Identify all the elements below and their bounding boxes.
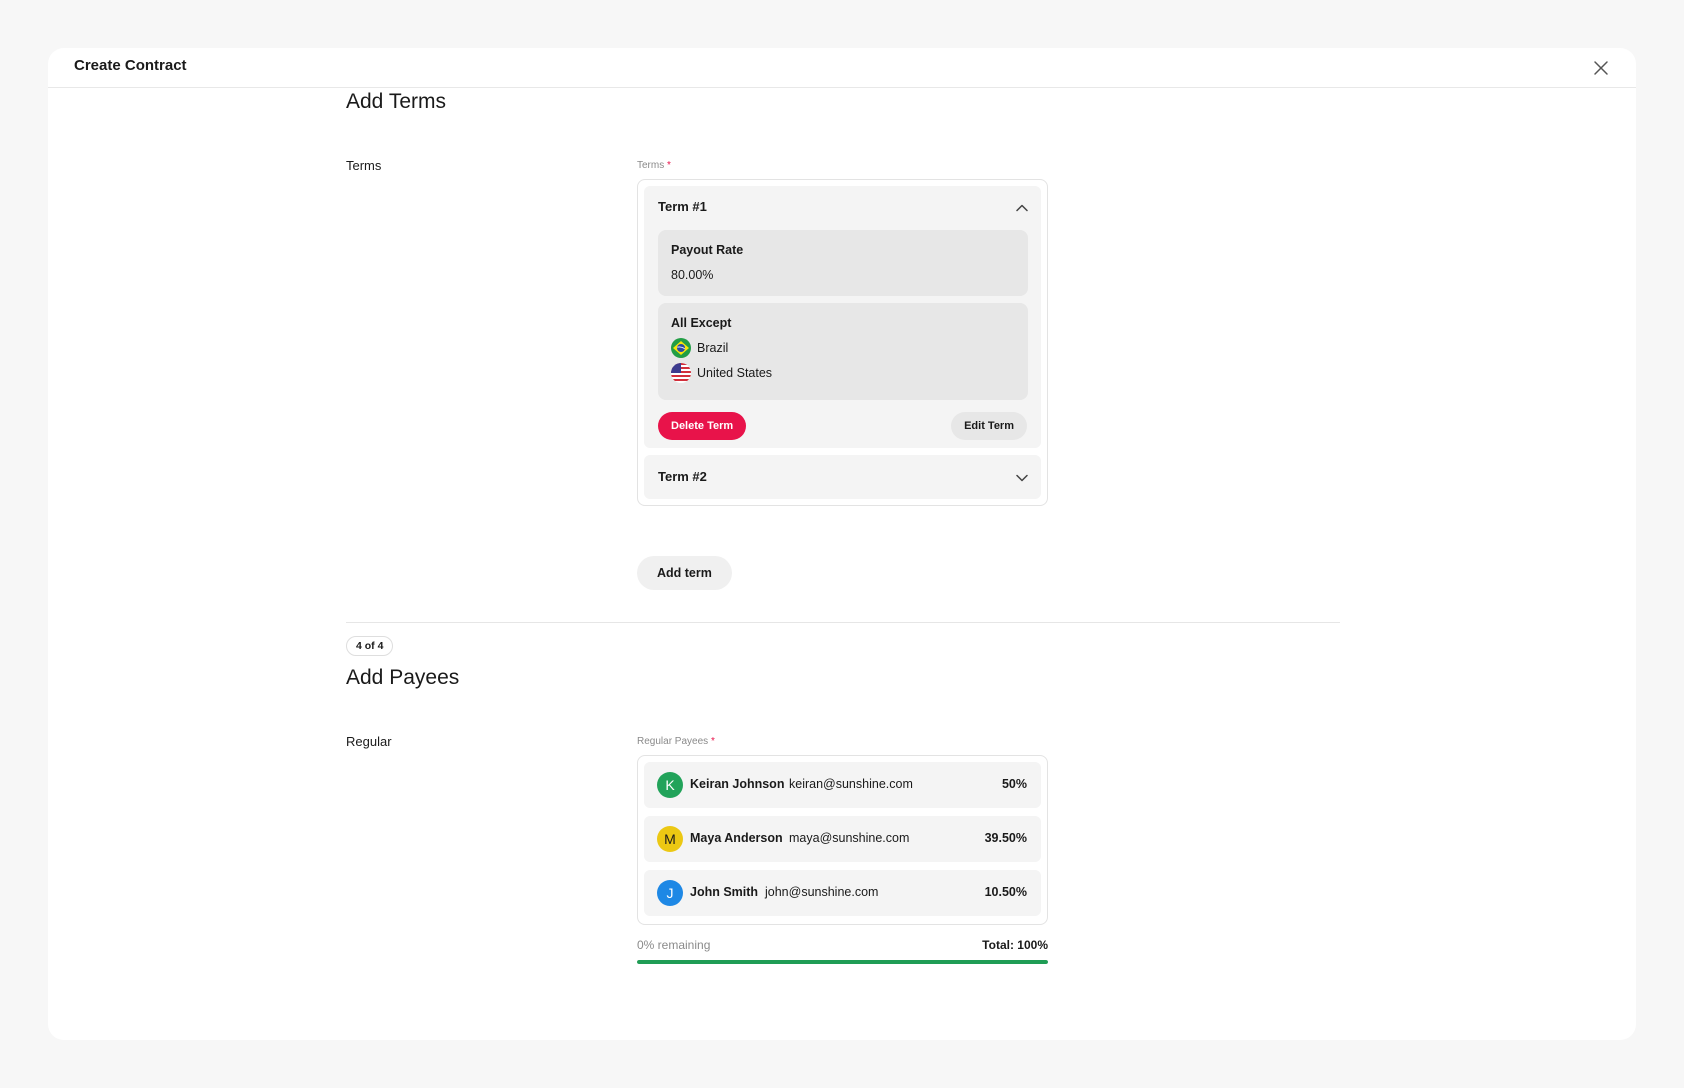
avatar: J xyxy=(657,880,683,906)
allocation-progress-fill xyxy=(637,960,1048,964)
payees-panel: K Keiran Johnson keiran@sunshine.com 50%… xyxy=(637,755,1048,925)
territory-label: All Except xyxy=(671,316,732,330)
payee-share: 39.50% xyxy=(984,831,1027,845)
term-title: Term #1 xyxy=(658,199,707,214)
total-text: Total: 100% xyxy=(848,938,1048,952)
add-payees-heading: Add Payees xyxy=(346,666,460,689)
country-name: United States xyxy=(697,366,773,380)
chevron-up-icon[interactable] xyxy=(1015,201,1029,215)
payee-row[interactable]: J John Smith john@sunshine.com 10.50% xyxy=(644,870,1041,916)
payee-name: John Smith xyxy=(690,885,759,899)
terms-field-label-text: Terms xyxy=(637,160,665,171)
payout-rate-value: 80.00% xyxy=(671,268,714,282)
create-contract-modal: Create Contract Add Terms Terms Terms * … xyxy=(48,48,1636,1040)
term-item-2[interactable]: Term #2 xyxy=(644,455,1041,499)
regular-row-label: Regular xyxy=(346,734,392,749)
payee-row[interactable]: K Keiran Johnson keiran@sunshine.com 50% xyxy=(644,762,1041,808)
terms-row-label: Terms xyxy=(346,158,382,173)
total-value: 100% xyxy=(1017,938,1048,952)
payee-name: Keiran Johnson xyxy=(690,777,785,791)
avatar: K xyxy=(657,772,683,798)
required-mark: * xyxy=(710,736,715,747)
modal-title: Create Contract xyxy=(74,57,187,74)
payee-row[interactable]: M Maya Anderson maya@sunshine.com 39.50% xyxy=(644,816,1041,862)
terms-field-label: Terms * xyxy=(637,160,671,171)
payee-share: 10.50% xyxy=(984,885,1027,899)
close-icon[interactable] xyxy=(1592,59,1610,77)
payout-rate-label: Payout Rate xyxy=(671,243,744,257)
add-term-button[interactable]: Add term xyxy=(637,556,732,590)
regular-payees-label-text: Regular Payees xyxy=(637,736,709,747)
required-mark: * xyxy=(667,160,671,171)
delete-term-button[interactable]: Delete Term xyxy=(658,412,747,440)
section-divider xyxy=(346,622,1340,623)
country-item: United States xyxy=(671,363,772,383)
us-flag-icon xyxy=(671,363,691,383)
territory-card: All Except Brazil United States xyxy=(658,303,1028,400)
step-badge: 4 of 4 xyxy=(346,636,394,656)
term-item-1: Term #1 Payout Rate 80.00% All Except Br… xyxy=(644,186,1041,448)
payee-email: maya@sunshine.com xyxy=(789,831,910,845)
country-item: Brazil xyxy=(671,338,728,358)
terms-panel: Term #1 Payout Rate 80.00% All Except Br… xyxy=(637,179,1048,506)
payee-email: john@sunshine.com xyxy=(765,885,879,899)
modal-header: Create Contract xyxy=(48,48,1636,88)
total-label: Total: xyxy=(982,938,1014,952)
payee-email: keiran@sunshine.com xyxy=(789,777,913,791)
remaining-text: 0% remaining xyxy=(637,938,711,952)
term-title: Term #2 xyxy=(658,469,707,484)
payout-rate-card: Payout Rate 80.00% xyxy=(658,230,1028,296)
payee-share: 50% xyxy=(1001,777,1027,791)
chevron-down-icon[interactable] xyxy=(1015,471,1029,485)
add-terms-heading: Add Terms xyxy=(346,90,446,113)
allocation-progress-bar xyxy=(637,960,1048,964)
edit-term-button[interactable]: Edit Term xyxy=(951,412,1027,440)
avatar: M xyxy=(657,826,683,852)
country-name: Brazil xyxy=(697,341,729,355)
brazil-flag-icon xyxy=(671,338,691,358)
payee-name: Maya Anderson xyxy=(690,831,783,845)
regular-payees-field-label: Regular Payees * xyxy=(637,736,715,747)
